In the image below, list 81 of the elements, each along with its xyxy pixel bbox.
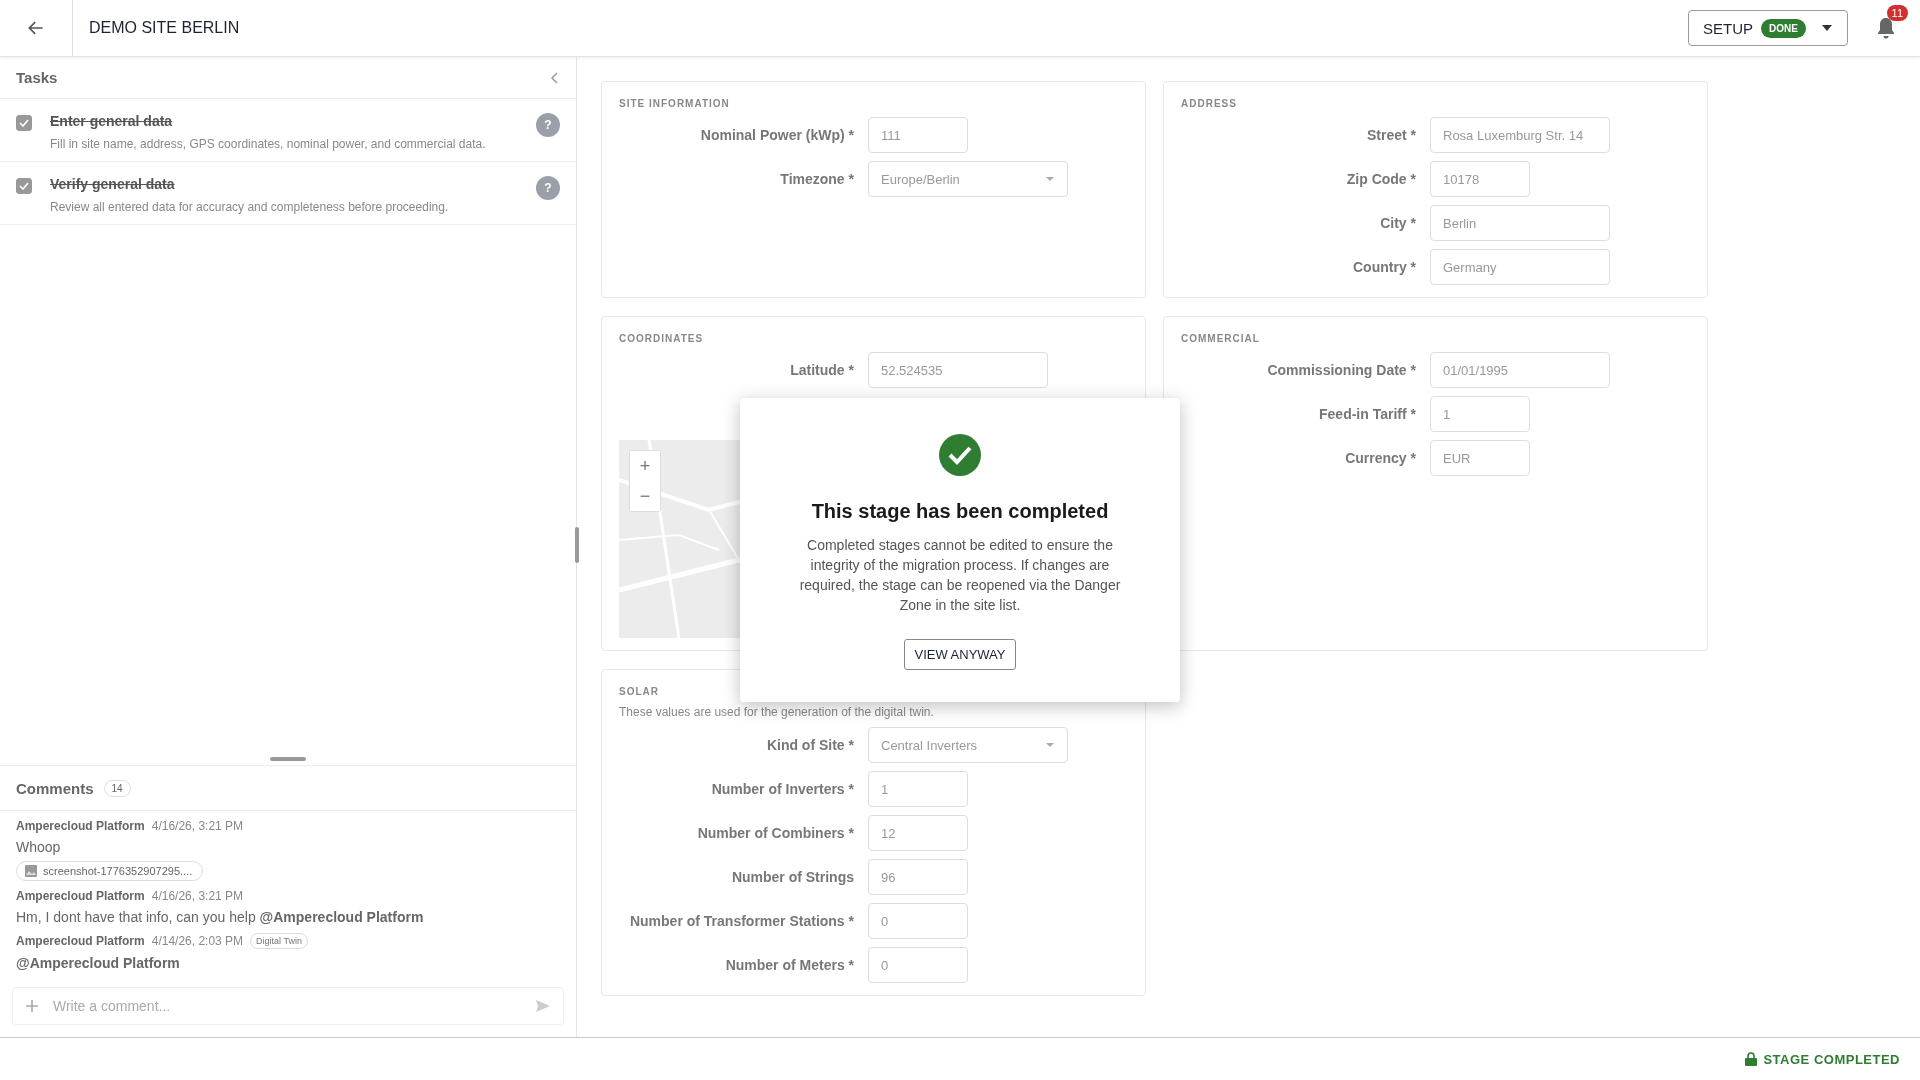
comment-text: Whoop <box>16 839 62 855</box>
section-description: These values are used for the generation of the digital twin. <box>619 705 935 719</box>
comment-author: Amperecloud Platform <box>16 819 145 833</box>
comment-time: 4/14/26, 2:03 PM <box>151 934 244 948</box>
input-field[interactable]: Rosa Luxemburg Str. 14 <box>1430 117 1610 153</box>
help-badge[interactable]: ? <box>536 176 560 200</box>
check-icon <box>19 119 29 127</box>
comment-field[interactable]: Write a comment... <box>51 997 523 1015</box>
field-label: Latitude * <box>789 362 854 378</box>
comment-author: Amperecloud Platform <box>16 934 145 948</box>
page-title: DEMO SITE BERLIN <box>89 19 241 37</box>
input-field[interactable]: 01/01/1995 <box>1430 352 1610 388</box>
input-field[interactable]: 10178 <box>1430 161 1530 197</box>
field-label: Feed-in Tariff * <box>1318 406 1416 422</box>
input-field[interactable]: 111 <box>868 117 968 153</box>
select-field[interactable]: Europe/Berlin <box>868 161 1068 197</box>
help-badge[interactable]: ? <box>536 113 560 137</box>
caret-icon <box>1821 24 1833 32</box>
select-field[interactable]: Central Inverters <box>868 727 1068 763</box>
field-label: Commissioning Date * <box>1266 362 1416 378</box>
field-label: Number of Transformer Stations * <box>628 913 854 929</box>
comment-box[interactable]: Write a comment... <box>12 987 564 1025</box>
resize-handle[interactable] <box>270 757 306 761</box>
section-title: COORDINATES <box>619 333 705 344</box>
task-title: Enter general data <box>50 113 174 129</box>
input-field[interactable]: Berlin <box>1430 205 1610 241</box>
field-label: Number of Strings <box>730 869 854 885</box>
field-label: Number of Inverters * <box>710 781 854 797</box>
comment-author: Amperecloud Platform <box>16 889 145 903</box>
task-title: Verify general data <box>50 176 176 192</box>
task-description: Review all entered data for accuracy and completeness before proceeding. <box>50 200 449 214</box>
caret-icon <box>1045 742 1055 748</box>
field-label: Number of Combiners * <box>696 825 854 841</box>
section-title: SOLAR <box>619 686 660 697</box>
caret-icon <box>1045 176 1055 182</box>
view-anyway-button[interactable]: VIEW ANYWAY <box>904 639 1016 670</box>
comment-text: Hm, I dont have that info, can you help @Amperecloud Platform <box>16 909 425 925</box>
send-icon[interactable] <box>535 999 551 1013</box>
plus-icon <box>25 999 39 1013</box>
field-label: Number of Meters * <box>724 957 854 973</box>
stage-dropdown[interactable]: SETUP DONE <box>1688 10 1848 46</box>
input-field[interactable]: 1 <box>868 771 968 807</box>
panel-title: Tasks <box>16 69 58 86</box>
input-field[interactable]: 52.524535 <box>868 352 1048 388</box>
panel-title: Comments <box>16 779 94 797</box>
field-label: Currency * <box>1344 450 1416 466</box>
notification-count: 11 <box>1886 5 1908 21</box>
field-label: Street * <box>1365 127 1416 143</box>
field-label: Kind of Site * <box>765 737 854 753</box>
bell-icon[interactable] <box>1876 17 1896 39</box>
field-label: Country * <box>1352 259 1416 275</box>
task-checkbox[interactable] <box>16 115 32 131</box>
section-title: SITE INFORMATION <box>619 98 731 109</box>
field-label: Timezone * <box>779 171 854 187</box>
dialog-title: This stage has been completed <box>811 500 1109 523</box>
check-icon <box>19 182 29 190</box>
resize-handle[interactable] <box>575 527 579 563</box>
input-field[interactable]: EUR <box>1430 440 1530 476</box>
field-label: Nominal Power (kWp) * <box>699 127 854 143</box>
input-field[interactable]: 12 <box>868 815 968 851</box>
lock-icon <box>1745 1052 1758 1066</box>
image-icon <box>25 865 37 877</box>
input-field[interactable]: Germany <box>1430 249 1610 285</box>
check-circle-icon <box>939 434 981 476</box>
input-field[interactable]: 1 <box>1430 396 1530 432</box>
section-title: COMMERCIAL <box>1181 333 1261 344</box>
input-field[interactable]: 0 <box>868 903 968 939</box>
comment-time: 4/16/26, 3:21 PM <box>151 819 244 833</box>
input-field[interactable]: 96 <box>868 859 968 895</box>
status-badge: DONE <box>1761 18 1806 38</box>
comment-time: 4/16/26, 3:21 PM <box>151 889 244 903</box>
section-title: ADDRESS <box>1181 98 1238 109</box>
dialog-message: Completed stages cannot be edited to ensure the integrity of the migration process. If changes are required, the stage can be reopened via the Danger Zone in the site list. <box>798 536 1122 615</box>
collapse-icon[interactable] <box>550 71 560 84</box>
comment-text: @Amperecloud Platform <box>16 955 181 971</box>
field-label: City * <box>1379 215 1416 231</box>
input-field[interactable]: 0 <box>868 947 968 983</box>
status-text: STAGE COMPLETED <box>1745 1051 1900 1067</box>
field-label: Zip Code * <box>1345 171 1416 187</box>
task-checkbox[interactable] <box>16 178 32 194</box>
task-description: Fill in site name, address, GPS coordinates, nominal power, and commercial data. <box>50 137 486 151</box>
